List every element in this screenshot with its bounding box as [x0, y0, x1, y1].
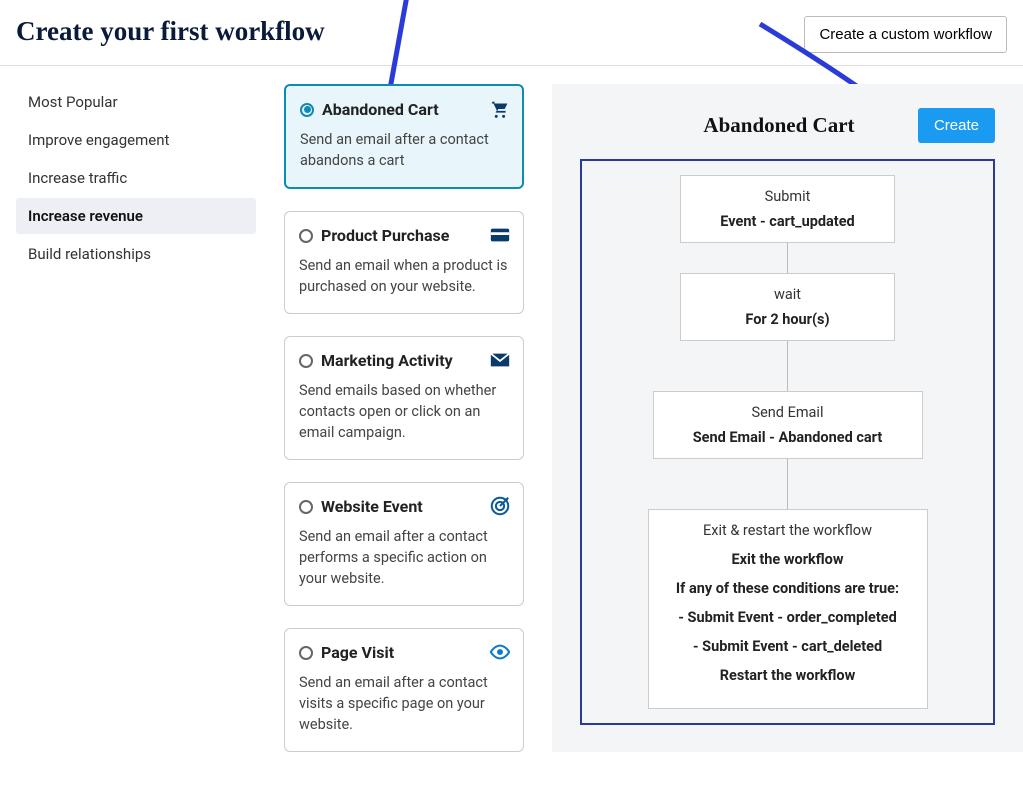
sidebar-item-increase-revenue[interactable]: Increase revenue: [16, 198, 256, 234]
sidebar-item-improve-engagement[interactable]: Improve engagement: [16, 122, 256, 158]
exit-condition: - Submit Event - cart_deleted: [659, 638, 917, 655]
recipe-card-page-visit[interactable]: Page Visit Send an email after a contact…: [284, 628, 524, 752]
radio-selected[interactable]: [300, 103, 314, 117]
sidebar-item-build-relationships[interactable]: Build relationships: [16, 236, 256, 272]
workflow-step-submit: Submit Event - cart_updated: [680, 175, 895, 243]
recipe-list: Abandoned Cart Send an email after a con…: [284, 84, 524, 752]
recipe-title: Page Visit: [321, 643, 509, 662]
category-sidebar: Most Popular Improve engagement Increase…: [0, 84, 256, 752]
exit-heading: Exit the workflow: [659, 551, 917, 568]
radio-unselected[interactable]: [299, 500, 313, 514]
step-detail: For 2 hour(s): [691, 311, 884, 328]
recipe-title: Marketing Activity: [321, 351, 509, 370]
exit-conditions-intro: If any of these conditions are true:: [659, 580, 917, 597]
recipe-card-product-purchase[interactable]: Product Purchase Send an email when a pr…: [284, 211, 524, 314]
sidebar-item-increase-traffic[interactable]: Increase traffic: [16, 160, 256, 196]
step-detail: Send Email - Abandoned cart: [664, 429, 912, 446]
connector-line: [787, 243, 788, 273]
workflow-step-exit-restart: Exit & restart the workflow Exit the wor…: [648, 509, 928, 709]
exit-label: Exit & restart the workflow: [659, 522, 917, 539]
workflow-step-send-email: Send Email Send Email - Abandoned cart: [653, 391, 923, 459]
credit-card-icon: [489, 224, 511, 250]
radio-unselected[interactable]: [299, 354, 313, 368]
recipe-description: Send emails based on whether contacts op…: [299, 380, 509, 443]
recipe-title: Product Purchase: [321, 226, 509, 245]
step-label: wait: [691, 286, 884, 303]
radio-unselected[interactable]: [299, 229, 313, 243]
page-header: Create your first workflow Create a cust…: [0, 0, 1023, 66]
connector-line: [787, 459, 788, 509]
create-custom-workflow-button[interactable]: Create a custom workflow: [804, 16, 1007, 53]
connector-line: [787, 341, 788, 391]
workflow-preview-panel: Abandoned Cart Create Submit Event - car…: [552, 84, 1023, 752]
recipe-description: Send an email after a contact visits a s…: [299, 672, 509, 735]
recipe-title: Abandoned Cart: [322, 100, 508, 119]
step-label: Submit: [691, 188, 884, 205]
page-title: Create your first workflow: [16, 16, 325, 47]
radio-unselected[interactable]: [299, 646, 313, 660]
recipe-card-abandoned-cart[interactable]: Abandoned Cart Send an email after a con…: [284, 84, 524, 189]
workflow-diagram: Submit Event - cart_updated wait For 2 h…: [580, 159, 995, 725]
step-label: Send Email: [664, 404, 912, 421]
recipe-title: Website Event: [321, 497, 509, 516]
recipe-description: Send an email after a contact abandons a…: [300, 129, 508, 171]
workflow-step-wait: wait For 2 hour(s): [680, 273, 895, 341]
preview-title: Abandoned Cart: [640, 113, 918, 138]
step-detail: Event - cart_updated: [691, 213, 884, 230]
recipe-description: Send an email after a contact performs a…: [299, 526, 509, 589]
recipe-card-website-event[interactable]: Website Event Send an email after a cont…: [284, 482, 524, 606]
recipe-card-marketing-activity[interactable]: Marketing Activity Send emails based on …: [284, 336, 524, 460]
bullseye-icon: [489, 495, 511, 521]
exit-condition: - Submit Event - order_completed: [659, 609, 917, 626]
envelope-icon: [489, 349, 511, 375]
recipe-description: Send an email when a product is purchase…: [299, 255, 509, 297]
cart-icon: [488, 98, 510, 124]
create-button[interactable]: Create: [918, 108, 995, 143]
eye-icon: [489, 641, 511, 667]
exit-restart-heading: Restart the workflow: [659, 667, 917, 684]
sidebar-item-most-popular[interactable]: Most Popular: [16, 84, 256, 120]
